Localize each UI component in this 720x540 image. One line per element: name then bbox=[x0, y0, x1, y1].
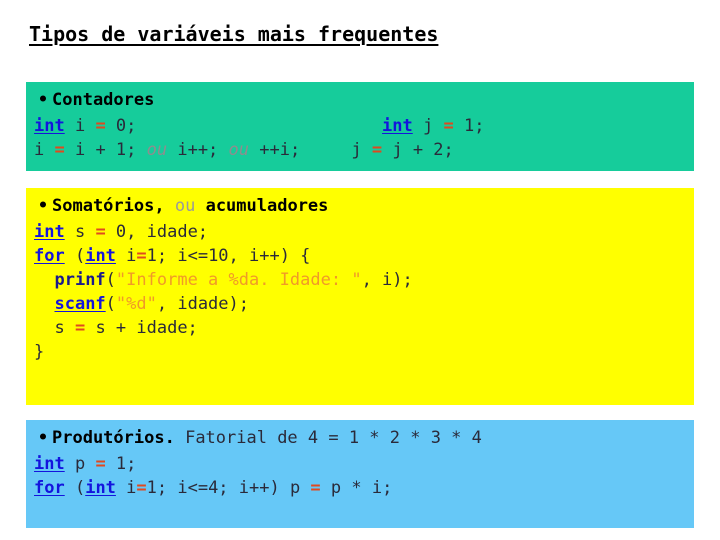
code-line-sums-5: s = s + idade; bbox=[34, 316, 686, 340]
bullet-icon: • bbox=[37, 196, 49, 216]
keyword-int: int bbox=[85, 246, 116, 266]
code-fragment: j bbox=[412, 116, 444, 136]
string-literal: "Informe a %da. Idade: " bbox=[115, 270, 362, 290]
heading-space bbox=[195, 196, 205, 216]
note-ou: ou bbox=[174, 196, 196, 216]
code-fragment: 0, idade; bbox=[105, 222, 209, 242]
code-line-sums-6: } bbox=[34, 340, 686, 364]
code-spacer bbox=[300, 140, 351, 160]
code-line-sums-1: int s = 0, idade; bbox=[34, 220, 686, 244]
code-line-products-2: for (int i=1; i<=4; i++) p = p * i; bbox=[34, 476, 686, 500]
code-fragment: 0; bbox=[105, 116, 137, 136]
code-fragment: , idade); bbox=[156, 294, 249, 314]
block-heading-counters: • Contadores bbox=[34, 88, 686, 114]
operator-assign: = bbox=[136, 246, 147, 266]
code-fragment: , i); bbox=[361, 270, 413, 290]
heading-label: Produtórios. bbox=[52, 428, 175, 448]
code-block-products: • Produtórios. Fatorial de 4 = 1 * 2 * 3 … bbox=[26, 420, 694, 528]
heading-space bbox=[175, 428, 185, 448]
code-fragment: ( bbox=[64, 246, 86, 266]
code-fragment: 1; i<=4; i++) p bbox=[146, 478, 311, 498]
code-fragment: i + 1; bbox=[64, 140, 147, 160]
code-fragment: j bbox=[351, 140, 372, 160]
operator-assign: = bbox=[371, 140, 383, 160]
note-ou: ou bbox=[146, 140, 168, 160]
code-fragment: 1; i<=10, i++) { bbox=[146, 246, 311, 266]
code-fragment: p * i; bbox=[320, 478, 393, 498]
code-fragment: i bbox=[115, 478, 137, 498]
operator-assign: = bbox=[54, 140, 65, 160]
operator-assign: = bbox=[95, 116, 106, 136]
function-prinf: prinf bbox=[54, 270, 106, 290]
bullet-icon: • bbox=[37, 90, 49, 110]
code-fragment: ( bbox=[64, 478, 86, 498]
code-fragment: ( bbox=[105, 270, 116, 290]
bullet-icon: • bbox=[37, 428, 49, 448]
code-fragment: s + idade; bbox=[85, 318, 198, 338]
heading-ou bbox=[165, 196, 175, 216]
code-fragment: s bbox=[64, 222, 96, 242]
keyword-int: int bbox=[382, 116, 413, 136]
code-fragment: p bbox=[64, 454, 96, 474]
code-fragment: 1; bbox=[453, 116, 485, 136]
code-fragment: i bbox=[64, 116, 96, 136]
string-literal: "%d" bbox=[115, 294, 157, 314]
code-fragment: 1; bbox=[105, 454, 137, 474]
code-line-sums-4: scanf("%d", idade); bbox=[34, 292, 686, 316]
code-fragment: i++; bbox=[167, 140, 229, 160]
keyword-int: int bbox=[34, 222, 65, 242]
note-ou: ou bbox=[228, 140, 250, 160]
code-spacer bbox=[136, 116, 382, 136]
code-line-counters-2: i = i + 1; ou i++; ou ++i; j = j + 2; bbox=[34, 138, 686, 162]
heading-label: Somatórios, bbox=[52, 196, 165, 216]
block-heading-products: • Produtórios. Fatorial de 4 = 1 * 2 * 3 … bbox=[34, 426, 686, 452]
keyword-int: int bbox=[85, 478, 116, 498]
keyword-int: int bbox=[34, 116, 65, 136]
code-line-counters-1: int i = 0; int j = 1; bbox=[34, 114, 686, 138]
slide-root: Tipos de variáveis mais frequentes • Cont… bbox=[0, 0, 720, 540]
operator-assign: = bbox=[443, 116, 454, 136]
code-fragment: i bbox=[115, 246, 137, 266]
operator-assign: = bbox=[95, 454, 106, 474]
block-heading-sums: • Somatórios, ou acumuladores bbox=[34, 194, 686, 220]
code-block-sums: • Somatórios, ou acumuladores int s = 0, … bbox=[26, 188, 694, 405]
heading-note: Fatorial de 4 = 1 * 2 * 3 * 4 bbox=[185, 428, 482, 448]
operator-assign: = bbox=[310, 478, 321, 498]
heading-label: Contadores bbox=[52, 90, 155, 110]
function-scanf: scanf bbox=[54, 294, 106, 314]
operator-assign: = bbox=[136, 478, 147, 498]
operator-assign: = bbox=[74, 318, 86, 338]
keyword-int: int bbox=[34, 454, 65, 474]
code-fragment: } bbox=[34, 342, 45, 362]
code-line-sums-3: prinf("Informe a %da. Idade: ", i); bbox=[34, 268, 686, 292]
code-fragment: j + 2; bbox=[382, 140, 454, 160]
code-fragment: i bbox=[34, 140, 55, 160]
operator-assign: = bbox=[95, 222, 106, 242]
keyword-for: for bbox=[34, 478, 65, 498]
code-fragment: s bbox=[34, 318, 75, 338]
code-fragment: ++i; bbox=[249, 140, 301, 160]
code-line-sums-2: for (int i=1; i<=10, i++) { bbox=[34, 244, 686, 268]
code-fragment: ( bbox=[105, 294, 116, 314]
code-block-counters: • Contadores int i = 0; int j = 1; i = i … bbox=[26, 82, 694, 171]
heading-label-2: acumuladores bbox=[205, 196, 329, 216]
code-line-products-1: int p = 1; bbox=[34, 452, 686, 476]
keyword-for: for bbox=[34, 246, 65, 266]
page-title: Tipos de variáveis mais frequentes bbox=[29, 22, 439, 46]
